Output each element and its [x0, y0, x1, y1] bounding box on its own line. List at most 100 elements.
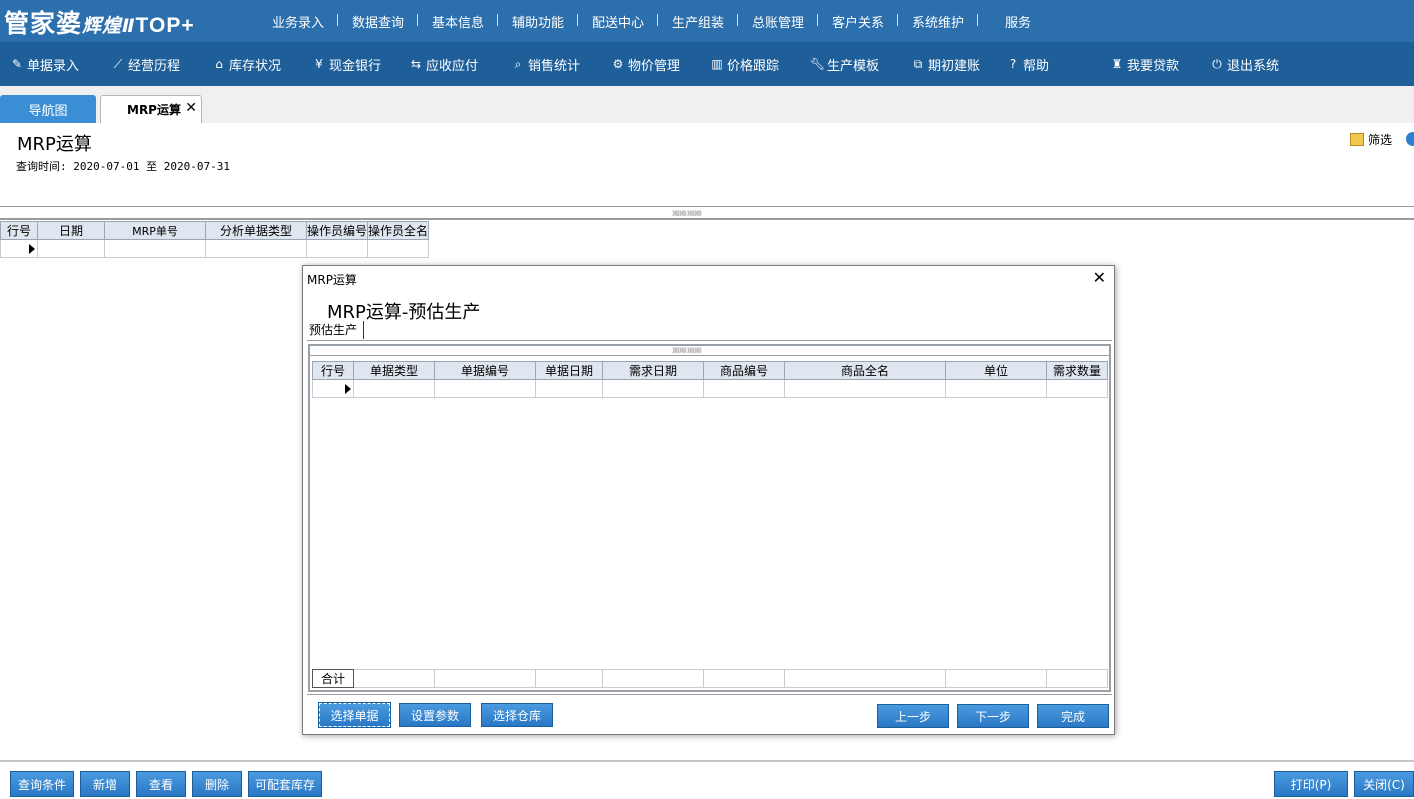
- top-menu-item[interactable]: 总账管理: [738, 12, 818, 31]
- money-bag-icon: ♜: [1111, 57, 1123, 71]
- tab-mrp-label: MRP运算: [127, 103, 181, 117]
- mrp-dialog: MRP运算 ✕ MRP运算-预估生产 预估生产 ⟫⟫⟫⟫⟫⟫ ⟫⟫⟫⟫⟫⟫ 行号…: [302, 265, 1115, 735]
- column-header[interactable]: 操作员编号: [305, 221, 369, 240]
- previous-step-button[interactable]: 上一步: [877, 704, 949, 728]
- top-menu-item[interactable]: 数据查询: [338, 12, 418, 31]
- quick-nav-bar: ✎ 单据录入 ⟋ 经营历程 ⌂ 库存状况 ¥ 现金银行 ⇆ 应收应付 ⌕ 销售统计 ⚙ 物价管…: [0, 42, 1414, 86]
- nav-price-management[interactable]: ⚙ 物价管理: [611, 42, 680, 86]
- configurable-stock-button[interactable]: 可配套库存: [248, 771, 322, 797]
- column-header[interactable]: 单据编号: [434, 361, 536, 380]
- table-row[interactable]: [312, 379, 1108, 398]
- nav-production-template[interactable]: 🔧︎ 生产模板: [810, 42, 879, 86]
- dialog-grid-frame: ⟫⟫⟫⟫⟫⟫ ⟫⟫⟫⟫⟫⟫ 行号 单据类型 单据编号 单据日期 需求日期 商品编…: [308, 344, 1111, 692]
- total-label: 合计: [312, 669, 354, 688]
- grip-icon: ⟫⟫⟫⟫⟫⟫ ⟫⟫⟫⟫⟫⟫: [672, 347, 702, 354]
- nav-doc-entry[interactable]: ✎ 单据录入: [10, 42, 79, 86]
- splitter[interactable]: ⟫⟫⟫⟫⟫⟫ ⟫⟫⟫⟫⟫⟫: [310, 346, 1109, 356]
- close-icon[interactable]: ✕: [1093, 268, 1106, 287]
- nav-stock-status[interactable]: ⌂ 库存状况: [212, 42, 281, 86]
- top-menu-item[interactable]: 客户关系: [818, 12, 898, 31]
- estimate-grid[interactable]: 行号 单据类型 单据编号 单据日期 需求日期 商品编号 商品全名 单位 需求数量: [312, 361, 1108, 398]
- top-menu-item[interactable]: 辅助功能: [498, 12, 578, 31]
- bar-chart-icon: ▥: [711, 57, 723, 71]
- tab-mrp[interactable]: MRP运算 ✕: [100, 95, 202, 123]
- app-logo: 管家婆辉煌ⅡTOP+: [4, 4, 195, 40]
- add-button[interactable]: 新增: [80, 771, 130, 797]
- mrp-main-grid[interactable]: 行号 日期 MRP单号 分析单据类型 操作员编号 操作员全名: [0, 221, 430, 258]
- logo-main-text: 管家婆: [4, 9, 83, 38]
- top-menu-item[interactable]: 服务: [978, 12, 1058, 31]
- nav-exit[interactable]: ⏻ 退出系统: [1210, 42, 1279, 86]
- divider: [0, 760, 1414, 762]
- column-header[interactable]: 单位: [945, 361, 1047, 380]
- query-conditions-button[interactable]: 查询条件: [10, 771, 74, 797]
- column-header[interactable]: 单据日期: [535, 361, 603, 380]
- filter-button[interactable]: 筛选: [1350, 131, 1392, 148]
- top-header-bar: 管家婆辉煌ⅡTOP+ 业务录入 数据查询 基本信息 辅助功能 配送中心 生产组装…: [0, 0, 1414, 42]
- table-row[interactable]: [0, 239, 430, 258]
- tab-strip: 导航图 MRP运算 ✕: [0, 86, 1414, 123]
- tab-navigation-map[interactable]: 导航图: [0, 95, 96, 123]
- column-header[interactable]: 行号: [312, 361, 354, 380]
- query-time: 查询时间: 2020-07-01 至 2020-07-31: [16, 160, 230, 173]
- close-button[interactable]: 关闭(C): [1354, 771, 1414, 797]
- print-button[interactable]: 打印(P): [1274, 771, 1348, 797]
- nav-cash-bank[interactable]: ¥ 现金银行: [312, 42, 381, 86]
- filter-icon: [1350, 133, 1364, 146]
- dialog-caption: MRP运算: [307, 273, 357, 287]
- page-title: MRP运算: [17, 134, 92, 155]
- column-header[interactable]: 单据类型: [353, 361, 435, 380]
- row-indicator: [0, 239, 38, 258]
- column-header[interactable]: 分析单据类型: [205, 221, 307, 240]
- nav-receivable-payable[interactable]: ⇆ 应收应付: [409, 42, 478, 86]
- search-icon: ⌕: [514, 56, 522, 71]
- top-menu-item[interactable]: 基本信息: [418, 12, 498, 31]
- set-parameters-button[interactable]: 设置参数: [399, 703, 471, 727]
- column-header[interactable]: MRP单号: [104, 221, 206, 240]
- exchange-icon: ⇆: [410, 57, 422, 71]
- delete-button[interactable]: 删除: [192, 771, 242, 797]
- external-link-icon: ⧉: [913, 56, 923, 71]
- column-header[interactable]: 操作员全名: [367, 221, 430, 240]
- help-icon[interactable]: [1406, 132, 1414, 146]
- finish-button[interactable]: 完成: [1037, 704, 1109, 728]
- next-step-button[interactable]: 下一步: [957, 704, 1029, 728]
- top-menu-item[interactable]: 配送中心: [578, 12, 658, 31]
- column-header[interactable]: 日期: [37, 221, 105, 240]
- select-warehouse-button[interactable]: 选择仓库: [481, 703, 553, 727]
- top-menu-item[interactable]: 系统维护: [898, 12, 978, 31]
- splitter[interactable]: ⟫⟫⟫⟫⟫⟫ ⟫⟫⟫⟫⟫⟫: [0, 206, 1414, 220]
- wrench-icon: 🔧︎: [810, 57, 826, 71]
- logo-top-text: TOP+: [135, 14, 195, 37]
- tab-estimate-production[interactable]: 预估生产: [309, 321, 365, 339]
- power-icon: ⏻: [1212, 56, 1222, 71]
- column-header[interactable]: 行号: [0, 221, 38, 240]
- view-button[interactable]: 查看: [136, 771, 186, 797]
- close-icon[interactable]: ✕: [185, 100, 197, 116]
- select-document-button[interactable]: 选择单据: [318, 702, 391, 728]
- column-header[interactable]: 需求数量: [1046, 361, 1108, 380]
- top-menu-item[interactable]: 生产组装: [658, 12, 738, 31]
- nav-business-history[interactable]: ⟋ 经营历程: [111, 42, 180, 86]
- nav-help[interactable]: ? 帮助: [1006, 42, 1049, 86]
- gear-icon: ⚙: [612, 57, 624, 71]
- nav-price-tracking[interactable]: ▥ 价格跟踪: [710, 42, 779, 86]
- nav-sales-stats[interactable]: ⌕ 销售统计: [511, 42, 580, 86]
- column-header[interactable]: 需求日期: [602, 361, 704, 380]
- top-menu-item[interactable]: 业务录入: [258, 12, 338, 31]
- question-icon: ?: [1009, 57, 1017, 71]
- column-header[interactable]: 商品全名: [784, 361, 946, 380]
- edit-icon: ✎: [11, 57, 23, 71]
- divider: [307, 694, 1112, 695]
- grip-icon: ⟫⟫⟫⟫⟫⟫ ⟫⟫⟫⟫⟫⟫: [672, 210, 702, 217]
- yen-icon: ¥: [315, 57, 323, 71]
- divider: [307, 340, 1112, 341]
- logo-sub-text: 辉煌Ⅱ: [82, 15, 136, 37]
- chart-line-icon: ⟋: [113, 56, 123, 71]
- column-header[interactable]: 商品编号: [703, 361, 785, 380]
- home-icon: ⌂: [215, 57, 223, 71]
- nav-loan[interactable]: ♜ 我要贷款: [1110, 42, 1179, 86]
- totals-row: 合计: [312, 669, 1108, 688]
- row-indicator: [312, 379, 354, 398]
- nav-opening-accounts[interactable]: ⧉ 期初建账: [911, 42, 980, 86]
